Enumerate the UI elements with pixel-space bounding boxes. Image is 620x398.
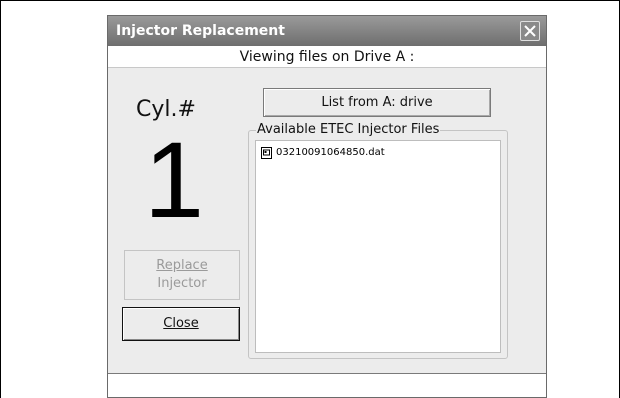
file-icon bbox=[261, 147, 272, 162]
window-title: Injector Replacement bbox=[116, 23, 285, 39]
injector-files-legend: Available ETEC Injector Files bbox=[256, 122, 441, 137]
injector-file-list[interactable]: 03210091064850.dat bbox=[255, 140, 501, 353]
list-from-drive-button[interactable]: List from A: drive bbox=[263, 88, 491, 117]
frame-top-border bbox=[0, 0, 620, 1]
replace-button-line2: Injector bbox=[157, 276, 207, 291]
window-close-button[interactable] bbox=[520, 21, 540, 41]
status-bar bbox=[108, 373, 546, 397]
replace-injector-button[interactable]: Replace Injector bbox=[124, 250, 240, 300]
close-button-label: Close bbox=[163, 316, 199, 331]
replace-button-line1: Replace bbox=[125, 257, 239, 275]
cylinder-number: 1 bbox=[144, 119, 205, 240]
file-name: 03210091064850.dat bbox=[276, 147, 385, 158]
drive-status-header: Viewing files on Drive A : bbox=[108, 46, 546, 68]
close-icon bbox=[524, 25, 536, 37]
injector-replacement-dialog: Injector Replacement Viewing files on Dr… bbox=[107, 15, 547, 398]
frame-left-border bbox=[0, 0, 1, 398]
replace-button-label: Replace bbox=[156, 258, 208, 273]
title-bar: Injector Replacement bbox=[108, 16, 546, 46]
close-button[interactable]: Close bbox=[122, 307, 240, 341]
